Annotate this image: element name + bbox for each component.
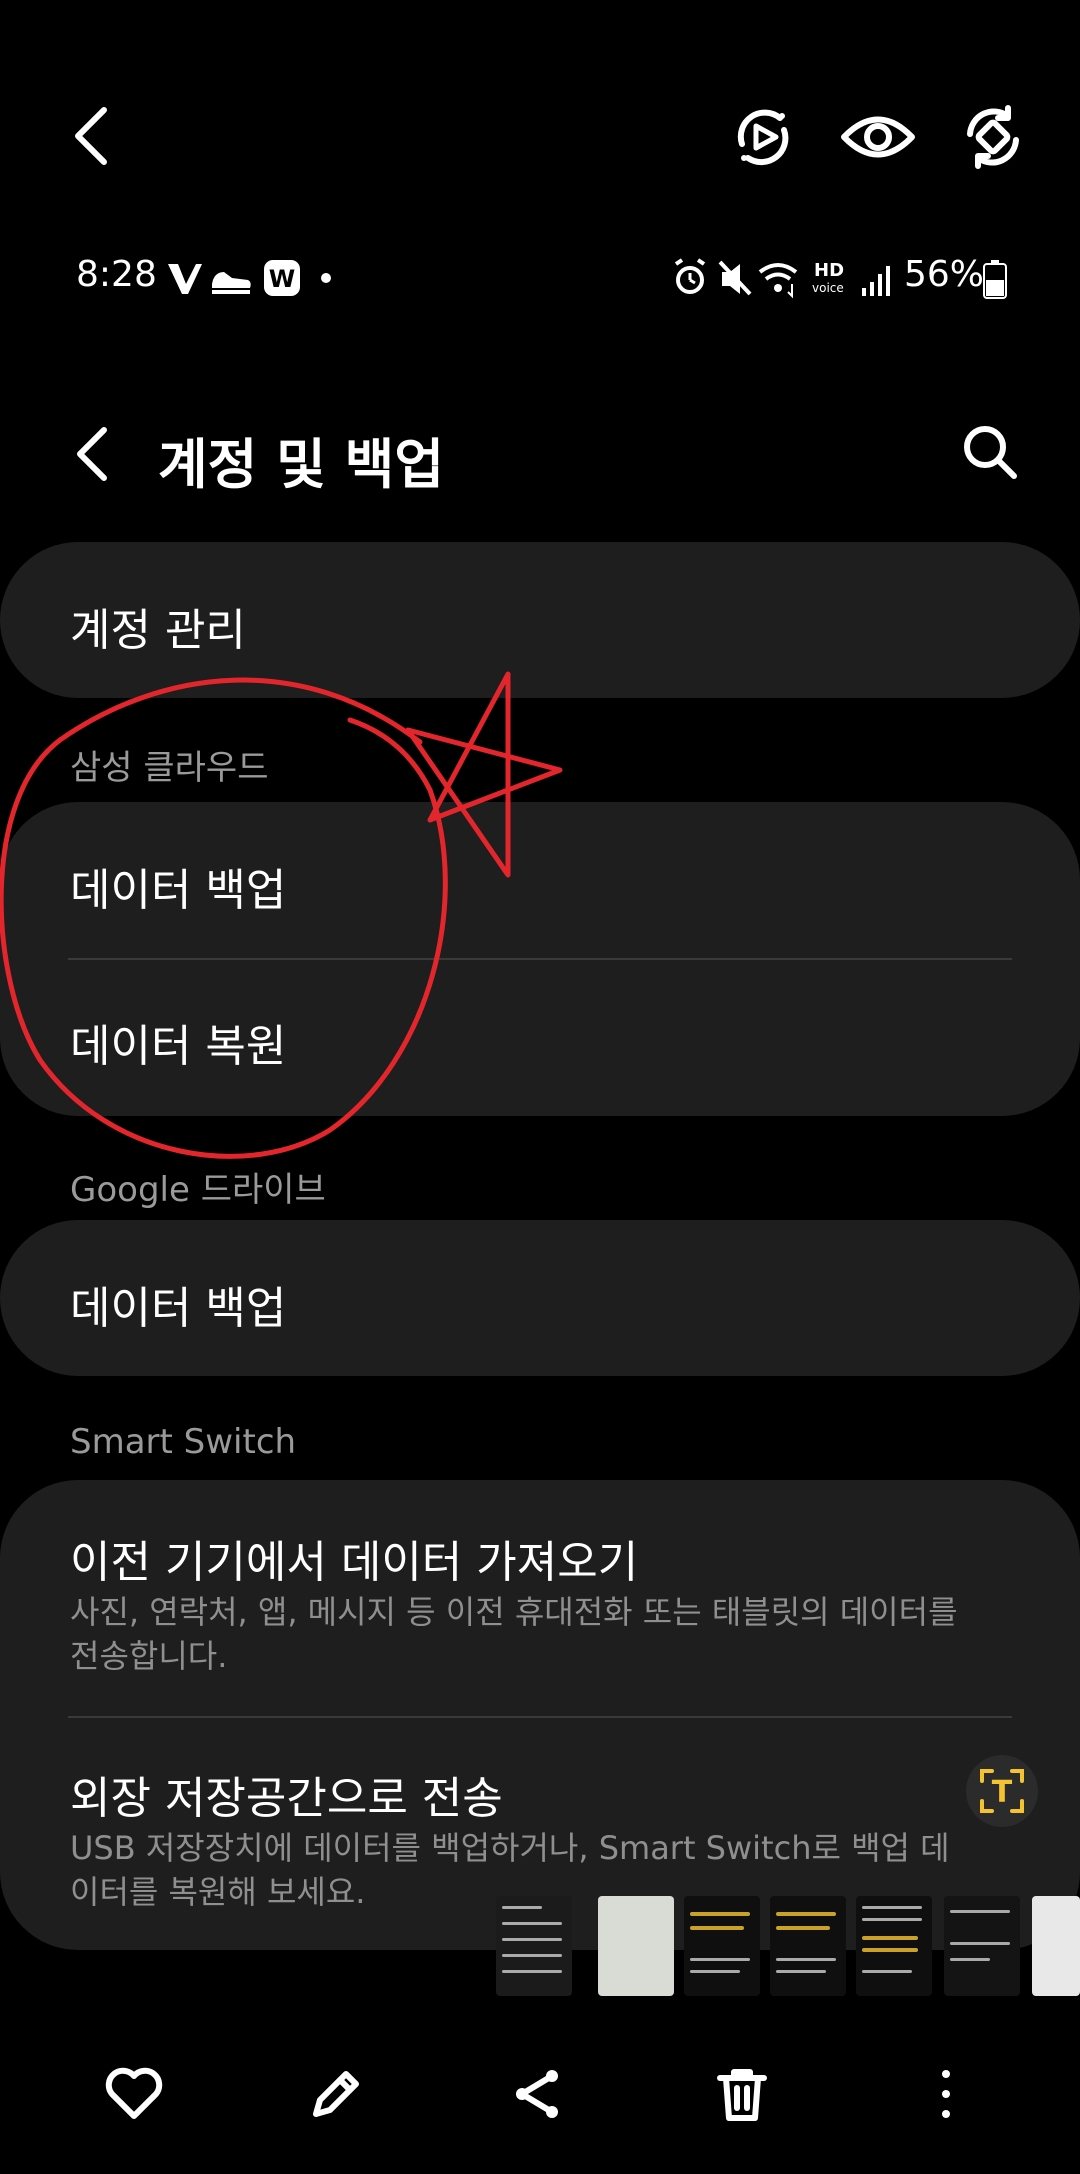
edit-button[interactable] <box>306 2064 366 2124</box>
more-options-button[interactable] <box>916 2064 976 2124</box>
samsung-restore-item[interactable]: 데이터 복원 <box>70 1010 286 1074</box>
search-button[interactable] <box>962 424 1018 480</box>
status-time: 8:28 <box>76 254 157 295</box>
back-arrow-icon <box>77 427 107 481</box>
status-left-icons: W <box>166 258 346 298</box>
import-data-description: 사진, 연락처, 앱, 메시지 등 이전 휴대전화 또는 태블릿의 데이터를 전… <box>70 1593 958 1675</box>
account-management-label: 계정 관리 <box>70 605 246 656</box>
svg-text:voice: voice <box>812 281 844 295</box>
samsung-backup-item[interactable]: 데이터 백업 <box>70 854 286 918</box>
w-app-icon: W <box>264 260 300 296</box>
thumbnail[interactable] <box>598 1896 674 1996</box>
smart-switch-section-label: Smart Switch <box>70 1422 297 1462</box>
wifi-icon <box>758 263 798 299</box>
samsung-cloud-section-label: 삼성 클라우드 <box>70 748 269 788</box>
text-extract-button[interactable]: T <box>966 1755 1038 1827</box>
svg-text:HD: HD <box>814 260 844 281</box>
rotate-icon <box>967 105 1019 169</box>
search-icon <box>964 426 1017 479</box>
text-extract-icon: T <box>980 1769 1024 1813</box>
rotate-button[interactable] <box>960 104 1026 170</box>
signal-icon <box>862 266 890 296</box>
thumbnail[interactable] <box>1032 1896 1080 1996</box>
mute-icon <box>718 260 752 296</box>
google-drive-section-label: Google 드라이브 <box>70 1170 326 1210</box>
smart-switch-card: 이전 기기에서 데이터 가져오기 사진, 연락처, 앱, 메시지 등 이전 휴대… <box>0 1480 1080 1950</box>
eye-icon <box>841 116 915 158</box>
google-backup-item: 데이터 백업 <box>70 1283 287 1334</box>
heart-icon <box>105 2067 163 2119</box>
delete-button[interactable] <box>712 2064 772 2124</box>
status-right-icons: HD voice <box>672 256 904 300</box>
motion-play-icon <box>737 109 789 166</box>
motion-photo-button[interactable] <box>730 104 796 170</box>
share-button[interactable] <box>508 2064 568 2124</box>
trash-icon <box>717 2069 767 2121</box>
import-data-title[interactable]: 이전 기기에서 데이터 가져오기 <box>70 1526 638 1590</box>
external-storage-title[interactable]: 외장 저장공간으로 전송 <box>70 1762 503 1826</box>
shoe-icon <box>212 272 251 294</box>
favorite-button[interactable] <box>104 2064 164 2124</box>
thumbnail[interactable] <box>944 1896 1020 1996</box>
more-notifications-dot <box>321 273 331 283</box>
divider <box>68 1716 1012 1718</box>
pencil-icon <box>313 2071 359 2117</box>
more-vertical-icon <box>942 2070 950 2118</box>
thumbnail[interactable] <box>684 1896 760 1996</box>
thumbnail[interactable] <box>856 1896 932 1996</box>
share-icon <box>516 2070 558 2118</box>
account-management-card[interactable]: 계정 관리 <box>0 542 1080 698</box>
hd-voice-icon: HD voice <box>812 260 844 295</box>
svg-text:T: T <box>992 1775 1013 1810</box>
divider <box>68 958 1012 960</box>
notification-app-icon <box>168 264 202 294</box>
viewer-back-button[interactable] <box>62 104 122 168</box>
view-button[interactable] <box>840 106 916 168</box>
samsung-cloud-card: 데이터 백업 데이터 복원 <box>0 802 1080 1116</box>
battery-percentage: 56% <box>904 254 985 295</box>
back-button[interactable] <box>70 424 116 484</box>
svg-text:W: W <box>269 265 295 293</box>
thumbnail[interactable] <box>770 1896 846 1996</box>
back-arrow-icon <box>75 107 107 165</box>
page-title: 계정 및 백업 <box>158 433 444 496</box>
battery-icon <box>982 260 1008 300</box>
google-drive-card[interactable]: 데이터 백업 <box>0 1220 1080 1376</box>
alarm-icon <box>674 258 706 294</box>
thumbnail[interactable] <box>496 1896 572 1996</box>
